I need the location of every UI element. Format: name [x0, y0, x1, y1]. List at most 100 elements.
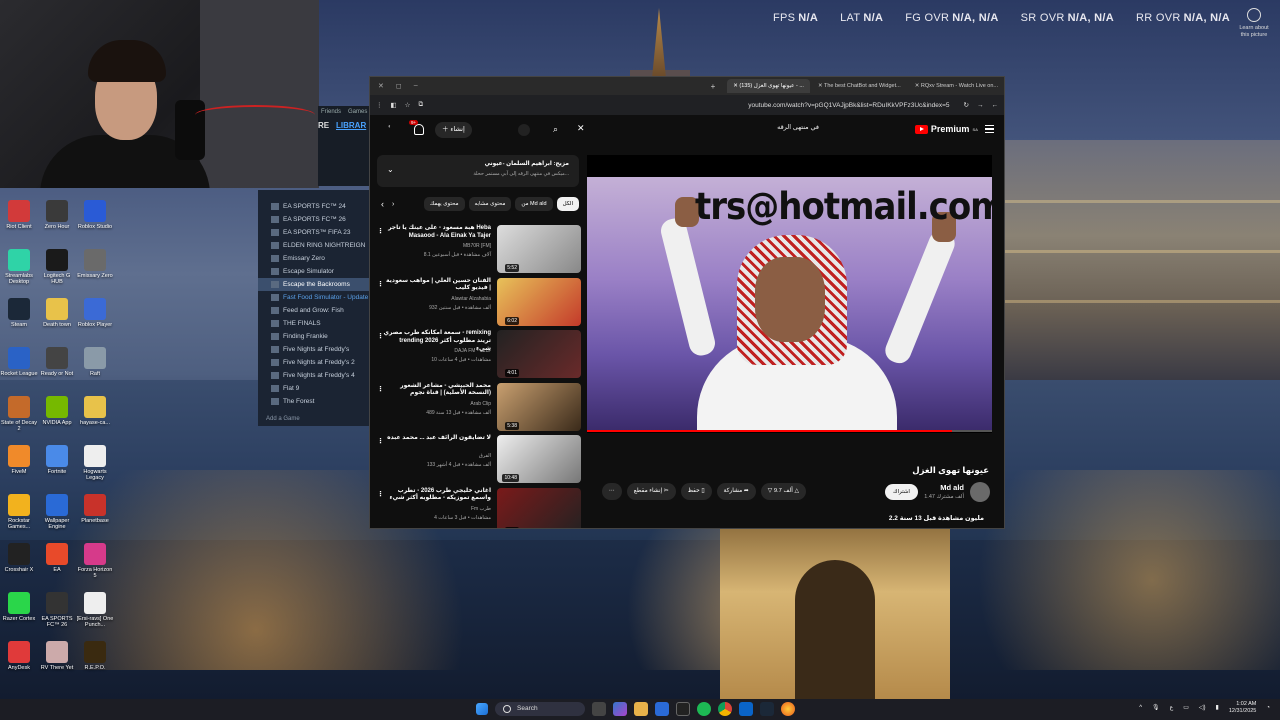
- extensions-icon[interactable]: ◧: [391, 101, 397, 109]
- microphone-tray-icon[interactable]: 🎙: [1152, 704, 1160, 711]
- desktop-icon[interactable]: Riot Client: [0, 200, 38, 230]
- desktop-icon[interactable]: Death town: [38, 298, 76, 328]
- menu-dots-icon[interactable]: ⋮: [376, 101, 383, 109]
- language-indicator[interactable]: ع: [1170, 704, 1174, 711]
- related-video-item[interactable]: 5:52 هبة مسعود - على عينك يا تاجر Heba Ma…: [377, 225, 581, 277]
- more-actions-button[interactable]: ⋯: [602, 483, 622, 500]
- more-options-icon[interactable]: ⋮: [377, 227, 384, 235]
- desktop-icon[interactable]: Ready or Not: [38, 347, 76, 377]
- share-icon[interactable]: ⧉: [418, 101, 423, 109]
- steam-game-item[interactable]: EA SPORTS™ FIFA 23: [258, 226, 370, 239]
- tab-search-icon[interactable]: –: [414, 82, 418, 90]
- spotify-icon[interactable]: [697, 702, 711, 716]
- capcut-icon[interactable]: [676, 702, 690, 716]
- youtube-premium-logo[interactable]: Premium SA: [914, 124, 978, 134]
- close-window-icon[interactable]: ✕: [378, 82, 384, 90]
- desktop-icon[interactable]: Steam: [0, 298, 38, 328]
- chevron-down-icon[interactable]: ⌄: [387, 165, 394, 174]
- steam-game-item[interactable]: Flat 9: [258, 382, 370, 395]
- copilot-icon[interactable]: [613, 702, 627, 716]
- related-video-item[interactable]: 3:55 اغاني خليجي طرب 2026 - تطرب واسمع تم…: [377, 487, 581, 528]
- chrome-icon[interactable]: [718, 702, 732, 716]
- steam-game-item[interactable]: Five Nights at Freddy's 2: [258, 356, 370, 369]
- store-icon[interactable]: [655, 702, 669, 716]
- steam-game-item[interactable]: EA SPORTS FC™ 26: [258, 213, 370, 226]
- video-player[interactable]: trs@hotmail.com: [587, 155, 992, 433]
- more-options-icon[interactable]: ⋮: [377, 385, 384, 393]
- bookmark-star-icon[interactable]: ☆: [405, 101, 411, 109]
- desktop-icon[interactable]: [Ersi-ravs] One Punch...: [76, 592, 114, 629]
- related-video-item[interactable]: 4:01 سمعة امكانكه طرب مصري - remixing tre…: [377, 330, 581, 382]
- desktop-icon[interactable]: Streamlabs Desktop: [0, 249, 38, 286]
- steam-game-item[interactable]: Escape the Backrooms: [258, 278, 370, 291]
- chevron-left-icon[interactable]: ‹: [381, 199, 384, 209]
- volume-icon[interactable]: ◁): [1199, 704, 1206, 711]
- desktop-icon[interactable]: Roblox Studio: [76, 200, 114, 230]
- account-avatar[interactable]: ◐: [388, 124, 392, 130]
- hamburger-menu-icon[interactable]: [985, 125, 994, 133]
- desktop-icon[interactable]: EA: [38, 543, 76, 573]
- clear-search-icon[interactable]: ✕: [577, 123, 585, 134]
- steam-games-link[interactable]: Games: [348, 109, 367, 115]
- filter-chip[interactable]: محتوى مشابه: [468, 197, 512, 211]
- steam-game-item[interactable]: Feed and Grow: Fish: [258, 304, 370, 317]
- desktop-icon[interactable]: hayase-ca...: [76, 396, 114, 426]
- steam-library-tab[interactable]: LIBRAR: [336, 121, 366, 130]
- desktop-icon[interactable]: Planetbase: [76, 494, 114, 524]
- firefox-icon[interactable]: [781, 702, 795, 716]
- more-options-icon[interactable]: ⋮: [377, 437, 384, 445]
- seek-bar[interactable]: [587, 430, 992, 432]
- back-icon[interactable]: ←: [992, 102, 999, 109]
- filter-chip[interactable]: الكل: [556, 197, 579, 211]
- desktop-icon[interactable]: Crosshair X: [0, 543, 38, 573]
- desktop-icon[interactable]: NVIDIA App: [38, 396, 76, 426]
- search-input[interactable]: في منتهى الرقه: [585, 123, 825, 137]
- related-video-item[interactable]: 6:02 الفنان حسين العلي | مواهب سعودية | ف…: [377, 277, 581, 330]
- desktop-icon[interactable]: Fortnite: [38, 445, 76, 475]
- save-button[interactable]: حفظ ▯: [680, 483, 712, 500]
- steam-game-item[interactable]: Finding Frankie: [258, 330, 370, 343]
- windows-start-icon[interactable]: [476, 703, 488, 715]
- desktop-icon[interactable]: FiveM: [0, 445, 38, 475]
- desktop-icon[interactable]: EA SPORTS FC™ 26: [38, 592, 76, 629]
- desktop-icon[interactable]: Wallpaper Engine: [38, 494, 76, 531]
- steam-friends-link[interactable]: Friends: [321, 109, 341, 115]
- more-options-icon[interactable]: ⋮: [377, 280, 384, 288]
- like-dislike-button[interactable]: ▽ 9.7 ألف △: [760, 483, 806, 500]
- steam-game-item[interactable]: Fast Food Simulator - Update: [258, 291, 370, 304]
- steam-search[interactable]: [258, 190, 370, 200]
- desktop-icon[interactable]: Hogwarts Legacy: [76, 445, 114, 482]
- more-options-icon[interactable]: ⋮: [377, 332, 384, 340]
- url-field[interactable]: youtube.com/watch?v=pGQ1VAJjpBk&list=RDu…: [748, 102, 949, 109]
- steam-game-item[interactable]: The Forest: [258, 395, 370, 408]
- filter-chip[interactable]: من Md ald: [515, 197, 553, 211]
- chevron-right-icon[interactable]: ›: [392, 201, 394, 208]
- mix-playlist-header[interactable]: ⌄ مزيج: ابراهيم السلمان -عيوني ميكس في م…: [377, 155, 579, 187]
- file-explorer-icon[interactable]: [634, 702, 648, 716]
- steam-game-item[interactable]: THE FINALS: [258, 317, 370, 330]
- steam-game-item[interactable]: ELDEN RING NIGHTREIGN: [258, 239, 370, 252]
- steam-game-item[interactable]: Emissary Zero: [258, 252, 370, 265]
- desktop-icon[interactable]: Razer Cortex: [0, 592, 38, 622]
- share-button[interactable]: مشاركة ➦: [716, 483, 756, 500]
- steam-store-tab[interactable]: RE: [318, 121, 329, 130]
- channel-name[interactable]: Md ald: [940, 483, 964, 492]
- filter-chip[interactable]: محتوى يهمك: [423, 197, 465, 211]
- minimize-icon[interactable]: ◻: [396, 82, 402, 90]
- desktop-icon[interactable]: Roblox Player: [76, 298, 114, 328]
- browser-tab[interactable]: ✕ The best ChatBot and Widget...: [812, 79, 907, 93]
- more-options-icon[interactable]: ⋮: [377, 490, 384, 498]
- desktop-icon[interactable]: Zero Hour: [38, 200, 76, 230]
- related-video-item[interactable]: 10:48 لا تضايقون الرائف عبد ... محمد عبده…: [377, 435, 581, 487]
- browser-tab[interactable]: ✕ (135) عيونها تهوى الغزل - ...: [727, 79, 810, 93]
- desktop-icon[interactable]: R.E.P.O.: [76, 641, 114, 671]
- search-icon[interactable]: ⌕: [553, 124, 558, 135]
- desktop-icon[interactable]: Rocket League: [0, 347, 38, 377]
- steam-game-item[interactable]: Escape Simulator: [258, 265, 370, 278]
- browser-tab[interactable]: ✕ RQxv Stream - Watch Live on...: [909, 79, 1004, 93]
- desktop-icon[interactable]: Logitech G HUB: [38, 249, 76, 286]
- notifications-bell-icon[interactable]: 9+: [409, 120, 424, 135]
- video-frame[interactable]: trs@hotmail.com: [587, 177, 992, 432]
- desktop-icon[interactable]: RV There Yet: [38, 641, 76, 671]
- desktop-icon[interactable]: Raft: [76, 347, 114, 377]
